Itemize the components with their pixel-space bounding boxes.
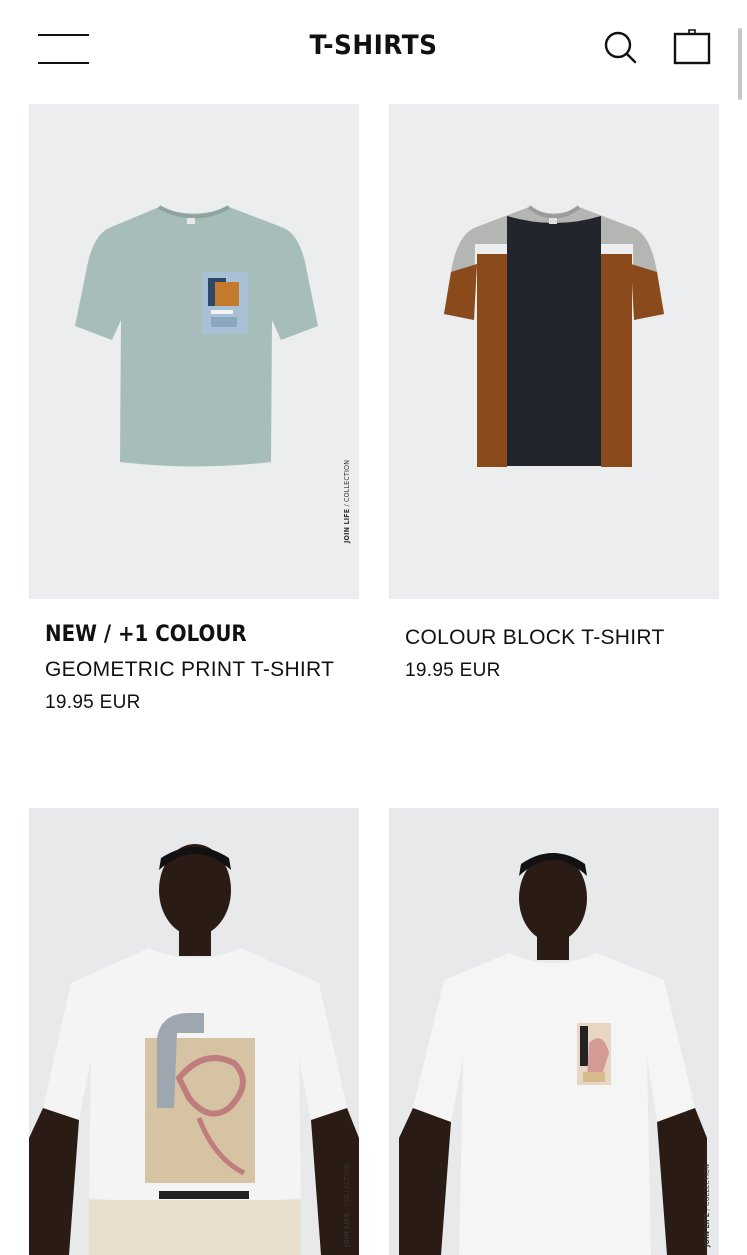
search-icon [604, 31, 637, 64]
product-tag: NEW / +1 COLOUR [45, 622, 247, 647]
join-life-badge: JOIN LIFE / COLLECTION [703, 1163, 711, 1247]
join-life-badge: JOIN LIFE / COLLECTION [343, 459, 351, 543]
product-image[interactable]: JOIN LIFE / COLLECTION [29, 808, 359, 1255]
product-card[interactable]: JOIN LIFE / COLLECTION NEW / +1 COLOUR G… [29, 104, 359, 713]
product-price: 19.95 EUR [45, 692, 141, 713]
product-image[interactable]: JOIN LIFE / COLLECTION [29, 104, 359, 599]
product-price: 19.95 EUR [405, 660, 501, 681]
cart-button[interactable] [673, 28, 715, 68]
product-card[interactable]: COLOUR BLOCK T-SHIRT 19.95 EUR [389, 104, 719, 681]
model-photo [399, 853, 707, 1255]
product-card[interactable]: JOIN LIFE / COLLECTION [29, 808, 359, 1255]
product-image[interactable] [389, 104, 719, 599]
header: T-SHIRTS [0, 0, 747, 100]
join-life-badge: JOIN LIFE / COLLECTION [343, 1163, 351, 1247]
shopping-bag-icon [673, 29, 711, 65]
product-info: NEW / +1 COLOUR GEOMETRIC PRINT T-SHIRT … [45, 622, 355, 714]
search-button[interactable] [602, 29, 640, 67]
model-photo [29, 844, 359, 1255]
scrollbar[interactable] [738, 28, 742, 100]
product-name[interactable]: GEOMETRIC PRINT T-SHIRT [45, 658, 355, 682]
product-name[interactable]: COLOUR BLOCK T-SHIRT [405, 626, 715, 650]
tshirt-image [444, 205, 664, 467]
tshirt-image [75, 205, 318, 467]
product-card[interactable]: JOIN LIFE / COLLECTION [389, 808, 719, 1255]
product-info: COLOUR BLOCK T-SHIRT 19.95 EUR [405, 626, 715, 682]
product-image[interactable]: JOIN LIFE / COLLECTION [389, 808, 719, 1255]
